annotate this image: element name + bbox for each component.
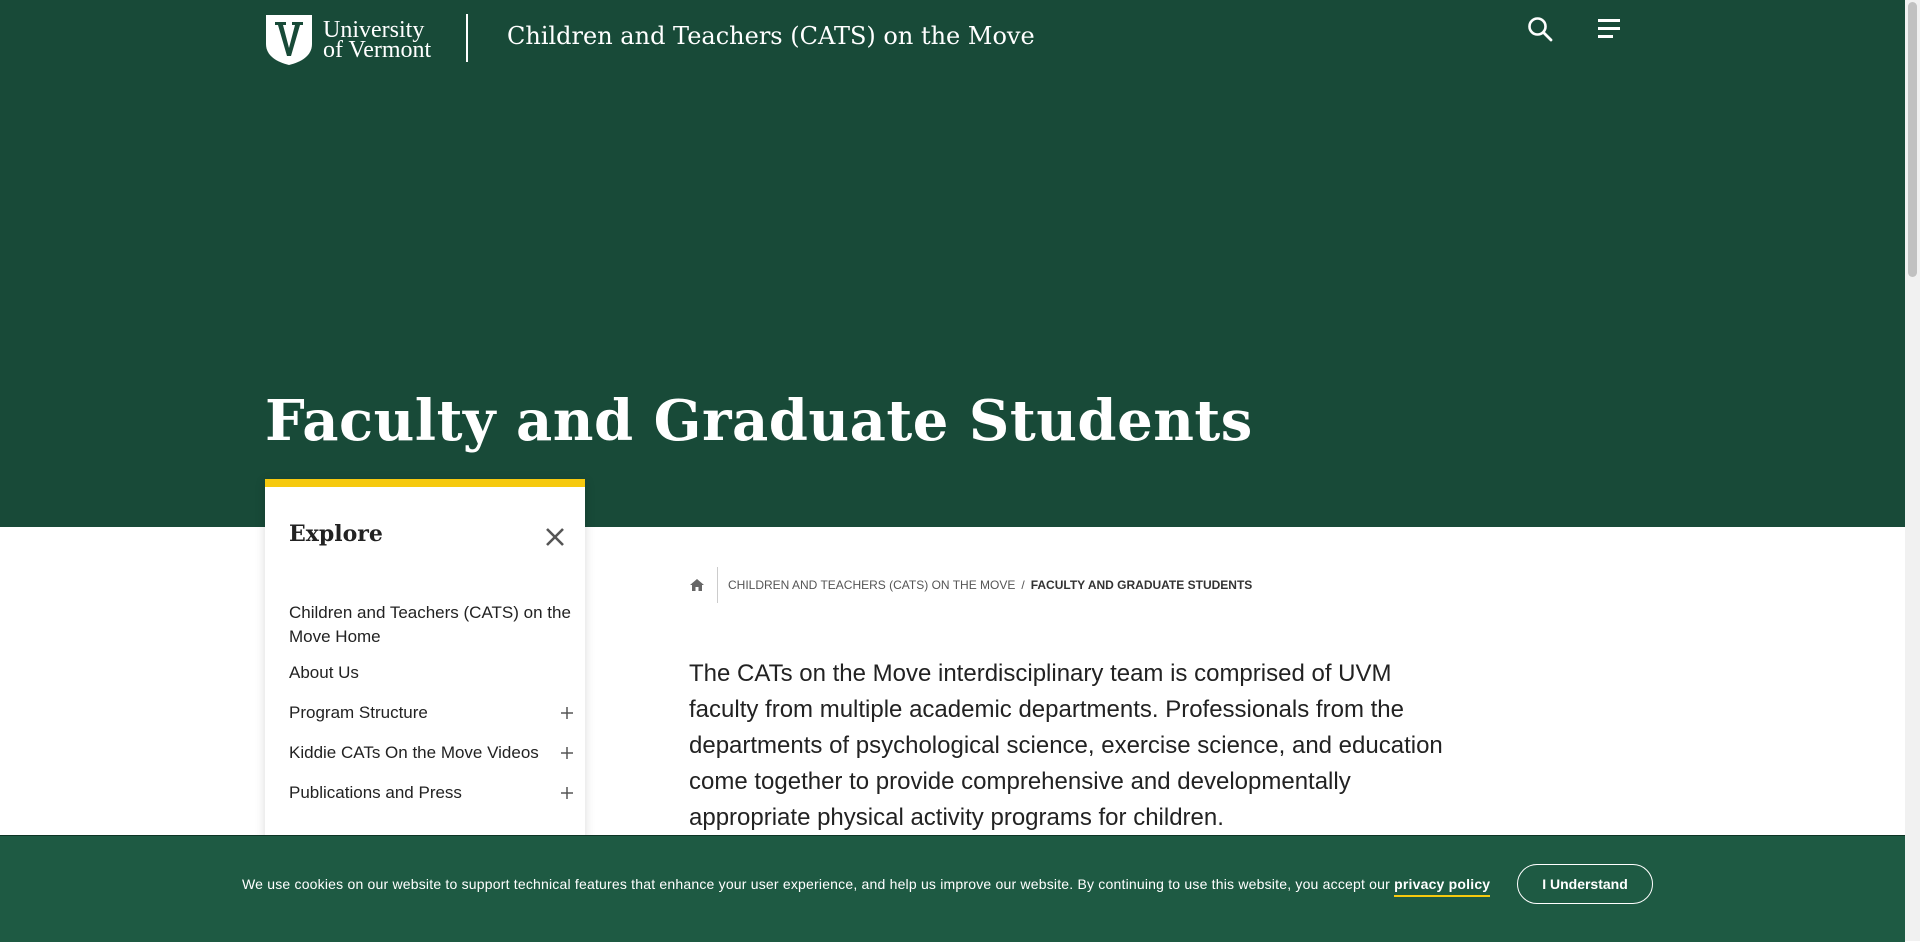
cookie-banner: We use cookies on our website to support… xyxy=(0,835,1905,942)
breadcrumb: Children and Teachers (CATS) on the Move… xyxy=(689,567,1252,603)
uvm-shield-icon xyxy=(266,15,312,65)
menu-button[interactable] xyxy=(1592,12,1626,46)
nav-item-label: Children and Teachers (CATS) on the Move… xyxy=(289,603,571,646)
brand-divider xyxy=(466,14,468,62)
intro-paragraph: The CATs on the Move interdisciplinary t… xyxy=(689,660,1443,831)
nav-item-about-us[interactable]: About Us xyxy=(289,661,575,685)
close-icon[interactable] xyxy=(542,524,568,550)
explore-nav: Children and Teachers (CATS) on the Move… xyxy=(289,601,575,821)
site-title[interactable]: Children and Teachers (CATS) on the Move xyxy=(507,22,1035,50)
breadcrumb-divider xyxy=(717,567,718,603)
logo-wordmark: University of Vermont xyxy=(323,18,432,63)
plus-icon[interactable] xyxy=(559,785,575,801)
logo-text-line2: of Vermont xyxy=(323,37,432,63)
uvm-logo[interactable]: University of Vermont xyxy=(265,14,431,66)
nav-item-publications-press[interactable]: Publications and Press xyxy=(289,781,575,805)
breadcrumb-separator: / xyxy=(1021,578,1025,592)
explore-panel: Explore Children and Teachers (CATS) on … xyxy=(265,479,585,867)
breadcrumb-current: Faculty and Graduate Students xyxy=(1030,578,1253,592)
nav-item-kiddie-cats-videos[interactable]: Kiddie CATs On the Move Videos xyxy=(289,741,575,765)
breadcrumb-parent-link[interactable]: Children and Teachers (CATS) on the Move xyxy=(728,578,1015,592)
cookie-message: We use cookies on our website to support… xyxy=(242,876,1491,897)
privacy-policy-link[interactable]: privacy policy xyxy=(1394,876,1491,897)
i-understand-button[interactable]: I Understand xyxy=(1517,864,1653,904)
plus-icon[interactable] xyxy=(559,745,575,761)
plus-icon[interactable] xyxy=(559,705,575,721)
page-title: Faculty and Graduate Students xyxy=(265,388,1253,454)
menu-icon xyxy=(1598,19,1620,38)
nav-item-label: Publications and Press xyxy=(289,783,462,802)
cookie-text: We use cookies on our website to support… xyxy=(242,876,1391,892)
explore-title: Explore xyxy=(289,521,383,547)
nav-item-label: About Us xyxy=(289,663,359,682)
page-scrollbar[interactable] xyxy=(1905,0,1920,941)
nav-item-program-structure[interactable]: Program Structure xyxy=(289,701,575,725)
nav-item-label: Kiddie CATs On the Move Videos xyxy=(289,743,539,762)
search-button[interactable] xyxy=(1523,12,1557,46)
nav-item-home[interactable]: Children and Teachers (CATS) on the Move… xyxy=(289,601,575,649)
site-header-hero: University of Vermont Children and Teach… xyxy=(0,0,1905,527)
nav-item-label: Program Structure xyxy=(289,703,428,722)
home-icon[interactable] xyxy=(689,577,705,593)
scrollbar-thumb[interactable] xyxy=(1908,2,1917,277)
search-icon xyxy=(1528,17,1553,42)
